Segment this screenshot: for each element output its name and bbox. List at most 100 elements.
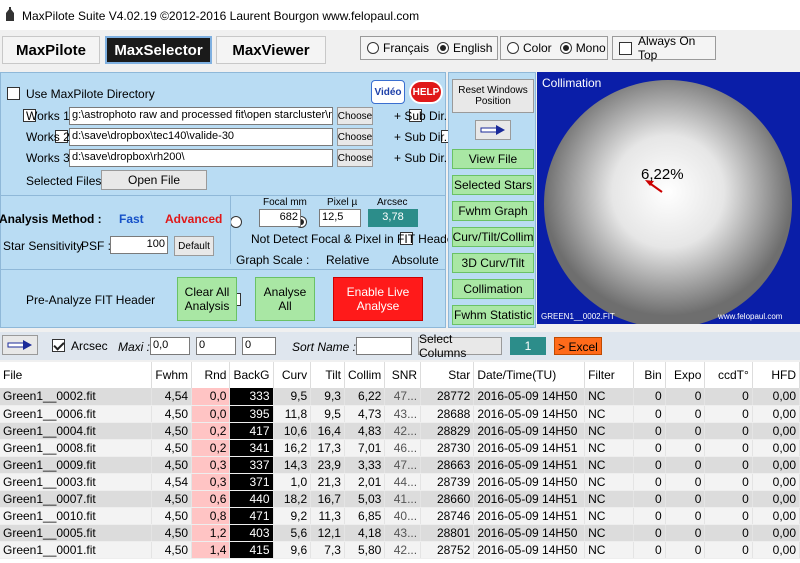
table-cell-curv: 1,0 [273,473,312,491]
clear-all-analysis-button[interactable]: Clear All Analysis [177,277,237,321]
always-on-top-checkbox[interactable] [619,41,632,55]
works3-path-field[interactable]: d:\save\dropbox\rh200\ [69,149,333,167]
psf-spinner[interactable]: 100 [110,236,168,254]
fwhm-statistic-button[interactable]: Fwhm Statistic [452,305,534,325]
table-cell-bin: 0 [633,388,666,406]
arrow-right-button[interactable] [475,120,511,140]
column-header[interactable]: Star [420,362,475,388]
selected-stars-button[interactable]: Selected Stars [452,175,534,195]
divider [1,269,445,270]
table-cell-hfd: 0,00 [752,405,800,423]
column-header[interactable]: File [0,362,153,388]
maxi-spinner-1[interactable]: 0,0 [150,337,190,355]
maxpilote-button[interactable]: MaxPilote [2,36,100,64]
table-cell-fwhm: 4,50 [151,541,193,559]
table-cell-backg: 337 [229,456,274,474]
column-header[interactable]: ccdT° [704,362,753,388]
works3-choose-button[interactable]: Choose [337,149,373,167]
table-cell-hfd: 0,00 [752,422,800,440]
curv-tilt-collim-button[interactable]: Curv/Tilt/Collim [452,227,534,247]
color-radio[interactable] [507,42,519,54]
maxviewer-button[interactable]: MaxViewer [216,36,326,64]
column-header[interactable]: Collim [344,362,386,388]
maxi-spinner-3[interactable]: 0 [242,337,276,355]
table-cell-backg: 415 [229,541,274,559]
fast-label: Fast [119,212,144,226]
column-header[interactable]: Fwhm [151,362,193,388]
enable-live-analyse-button[interactable]: Enable Live Analyse [333,277,423,321]
maxi-spinner-2[interactable]: 0 [196,337,236,355]
table-cell-date-time-tu: 2016-05-09 14H51 [473,439,586,457]
table-cell-tilt: 12,1 [310,524,345,542]
works2-path-field[interactable]: d:\save\dropbox\tec140\valide-30 [69,128,333,146]
table-row[interactable]: Green1__0004.fit 4,50 0,2 417 10,6 16,4 4,83 42… [0,422,800,440]
column-header[interactable]: Curv [273,362,312,388]
default-button[interactable]: Default [174,236,214,256]
column-header[interactable]: BackG [229,362,274,388]
table-cell-curv: 9,6 [273,541,312,559]
table-row[interactable]: Green1__0005.fit 4,50 1,2 403 5,6 12,1 4,18 43.… [0,524,800,542]
column-header[interactable]: Expo [665,362,706,388]
mono-radio[interactable] [559,42,572,54]
fast-radio[interactable] [229,216,242,229]
works1-path-field[interactable]: g:\astrophoto raw and processed fit\open… [69,107,333,125]
english-radio[interactable] [437,42,450,54]
column-header[interactable]: Tilt [310,362,345,388]
sort-name-field[interactable] [356,337,412,355]
table-cell-file: Green1__0002.fit [0,388,153,406]
table-cell-tilt: 16,4 [310,422,345,440]
grid-toolbar: Arcsec Maxi : 0,0 0 0 Sort Name : Select… [0,332,800,360]
arcsec-checkbox[interactable] [52,339,65,352]
fwhm-graph-button[interactable]: Fwhm Graph [452,201,534,221]
table-cell-star: 28739 [420,473,475,491]
table-row[interactable]: Green1__0003.fit 4,54 0,3 371 1,0 21,3 2,01 44.… [0,473,800,491]
francais-radio[interactable] [367,42,379,54]
pixel-spinner[interactable]: 12,5 [319,209,361,227]
open-file-button[interactable]: Open File [101,170,207,190]
works3-label: Works 3 [26,151,70,165]
works2-choose-button[interactable]: Choose [337,128,373,146]
table-row[interactable]: Green1__0010.fit 4,50 0,8 471 9,2 11,3 6,85 40.… [0,507,800,525]
analysis-method-label: Analysis Method : [0,212,102,226]
column-header[interactable]: Rnd [191,362,231,388]
works1-choose-button[interactable]: Choose [337,107,373,125]
column-header[interactable]: Date/Time(TU) [473,362,586,388]
arrow-right-button[interactable] [2,335,38,355]
column-header[interactable]: Filter [584,362,635,388]
table-cell-filter: NC [584,439,635,457]
help-button[interactable]: HELP [409,80,443,104]
table-cell-bin: 0 [633,541,666,559]
table-row[interactable]: Green1__0007.fit 4,50 0,6 440 18,2 16,7 5,03 41… [0,490,800,508]
table-cell-star: 28752 [420,541,475,559]
column-header[interactable]: HFD [752,362,800,388]
collimation-button[interactable]: Collimation [452,279,534,299]
table-row[interactable]: Green1__0002.fit 4,54 0,0 333 9,5 9,3 6,22 47..… [0,388,800,406]
table-cell-rnd: 0,2 [191,439,231,457]
reset-windows-button[interactable]: Reset Windows Position [452,79,534,113]
curv-3d-button[interactable]: 3D Curv/Tilt [452,253,534,273]
collimation-site: www.felopaul.com [718,312,783,321]
column-header[interactable]: SNR [384,362,422,388]
column-header[interactable]: Bin [633,362,666,388]
video-button[interactable]: Vidéo [371,80,405,104]
analyse-all-button[interactable]: Analyse All [255,277,315,321]
table-cell-curv: 9,2 [273,507,312,525]
arcsec-label: Arcsec [377,197,408,208]
table-cell-rnd: 0,0 [191,388,231,406]
maxselector-button[interactable]: MaxSelector [105,36,212,64]
table-row[interactable]: Green1__0001.fit 4,50 1,4 415 9,6 7,3 5,80 42..… [0,541,800,559]
use-dir-checkbox[interactable] [7,87,20,100]
table-cell-date-time-tu: 2016-05-09 14H50 [473,422,586,440]
focal-spinner[interactable]: 682 [259,209,301,227]
select-columns-button[interactable]: Select Columns [418,332,502,360]
table-cell-bin: 0 [633,524,666,542]
export-excel-button[interactable]: > Excel [554,337,602,355]
table-cell-ccdt: 0 [704,388,753,406]
table-cell-collim: 5,03 [344,490,386,508]
table-row[interactable]: Green1__0009.fit 4,50 0,3 337 14,3 23,9 3,33 47… [0,456,800,474]
table-cell-filter: NC [584,422,635,440]
table-row[interactable]: Green1__0006.fit 4,50 0,0 395 11,8 9,5 4,73 43.… [0,405,800,423]
view-file-button[interactable]: View File [452,149,534,169]
table-row[interactable]: Green1__0008.fit 4,50 0,2 341 16,2 17,3 7,01 46… [0,439,800,457]
table-cell-date-time-tu: 2016-05-09 14H50 [473,388,586,406]
